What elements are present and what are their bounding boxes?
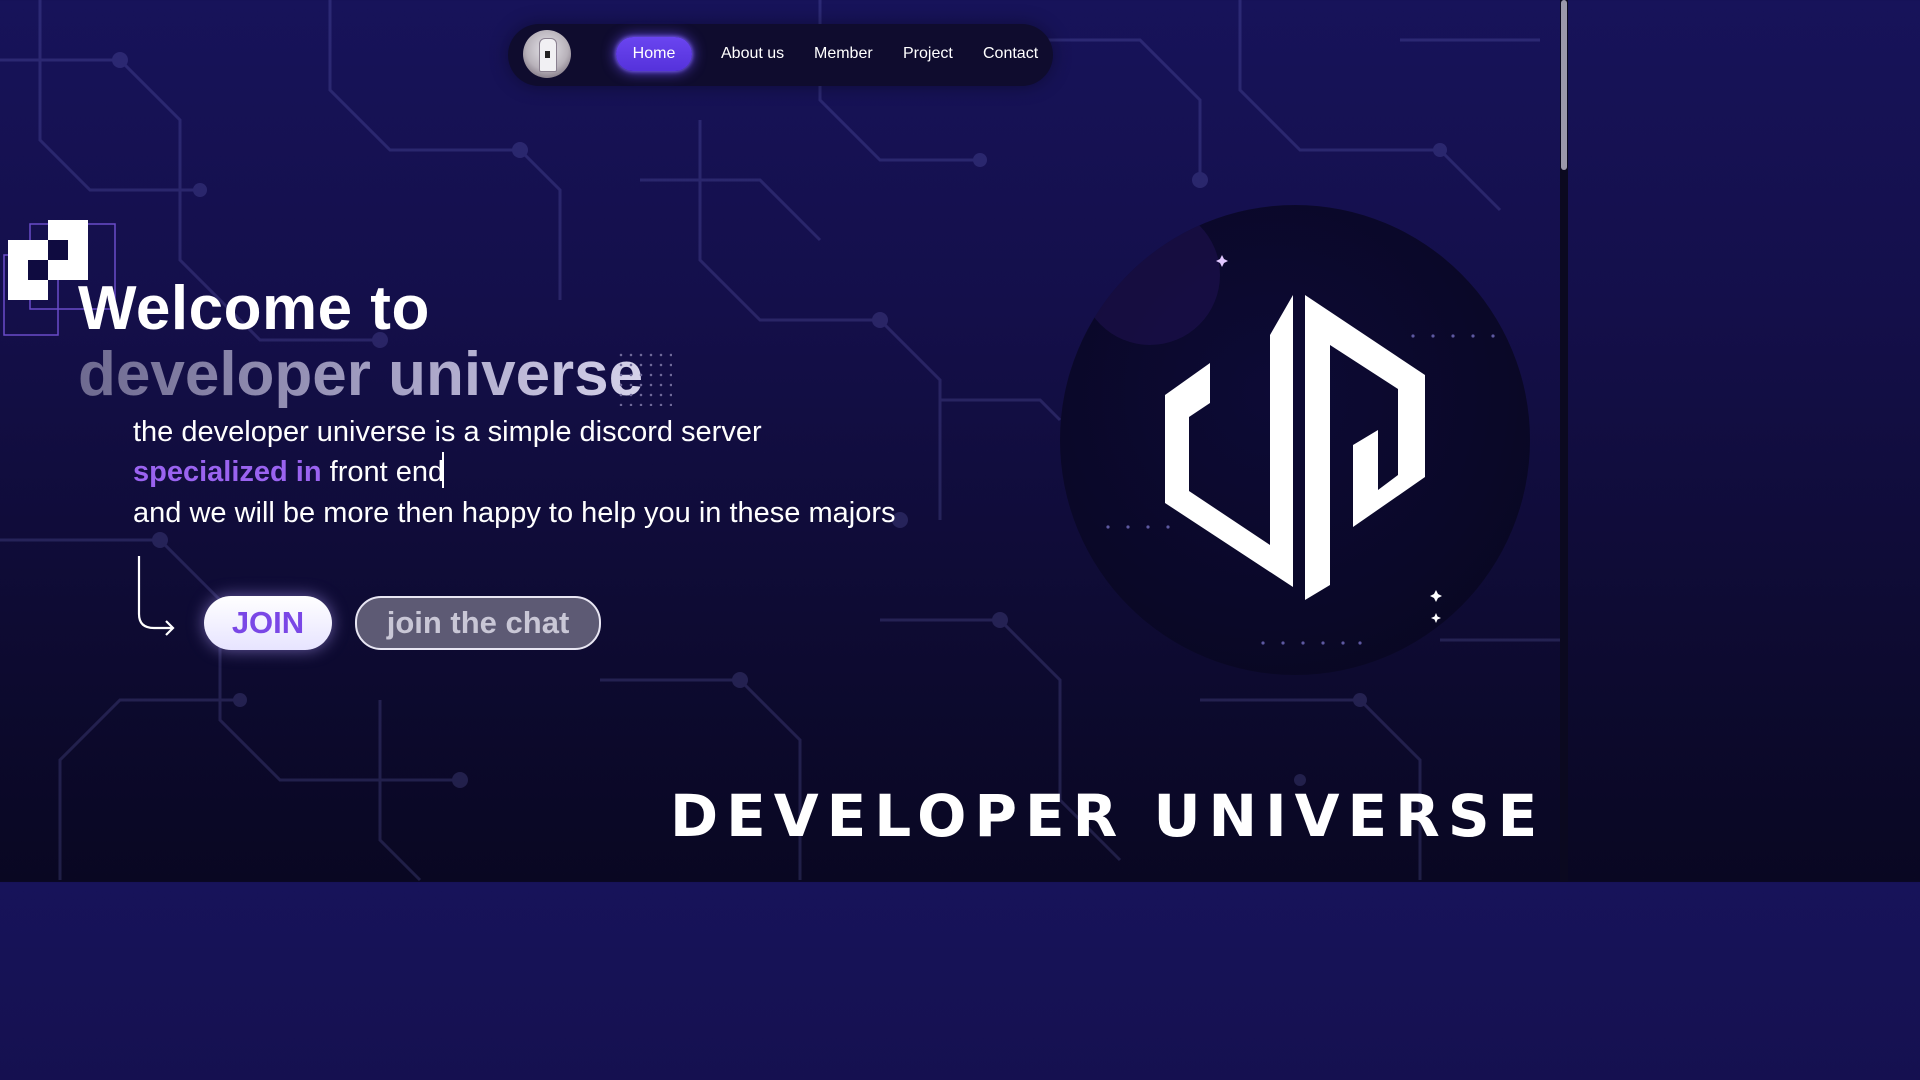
hero-description-line-3: and we will be more then happy to help y…: [133, 497, 896, 529]
profile-avatar[interactable]: [523, 30, 571, 78]
join-button[interactable]: JOIN: [204, 596, 332, 650]
nav-home[interactable]: Home: [616, 37, 692, 71]
developer-universe-logo: [1060, 205, 1530, 675]
join-chat-button[interactable]: join the chat: [355, 596, 601, 650]
top-navbar: Home About us Member Project Contact: [508, 24, 1053, 86]
hero-description-line-1: the developer universe is a simple disco…: [133, 416, 762, 448]
nav-project[interactable]: Project: [903, 37, 953, 71]
page-scrollbar[interactable]: [1560, 0, 1568, 882]
typing-caret: [442, 452, 445, 488]
scrollbar-thumb[interactable]: [1561, 0, 1567, 170]
arrow-curve-icon: [137, 556, 175, 636]
brand-wordmark: DEVELOPER UNIVERSE: [670, 782, 1546, 850]
avatar-figure: [539, 38, 557, 72]
nav-about-us[interactable]: About us: [721, 37, 784, 71]
dot-grid-decoration: [616, 350, 672, 406]
typing-text: front end: [321, 456, 445, 488]
nav-contact[interactable]: Contact: [983, 37, 1038, 71]
highlight-text: specialized in: [133, 456, 322, 488]
hero-title-line-2: developer universe: [78, 340, 644, 409]
hero-title-line-1: Welcome to: [78, 274, 430, 343]
nav-member[interactable]: Member: [814, 37, 873, 71]
hero-description-line-2: specialized in front end: [133, 452, 445, 492]
